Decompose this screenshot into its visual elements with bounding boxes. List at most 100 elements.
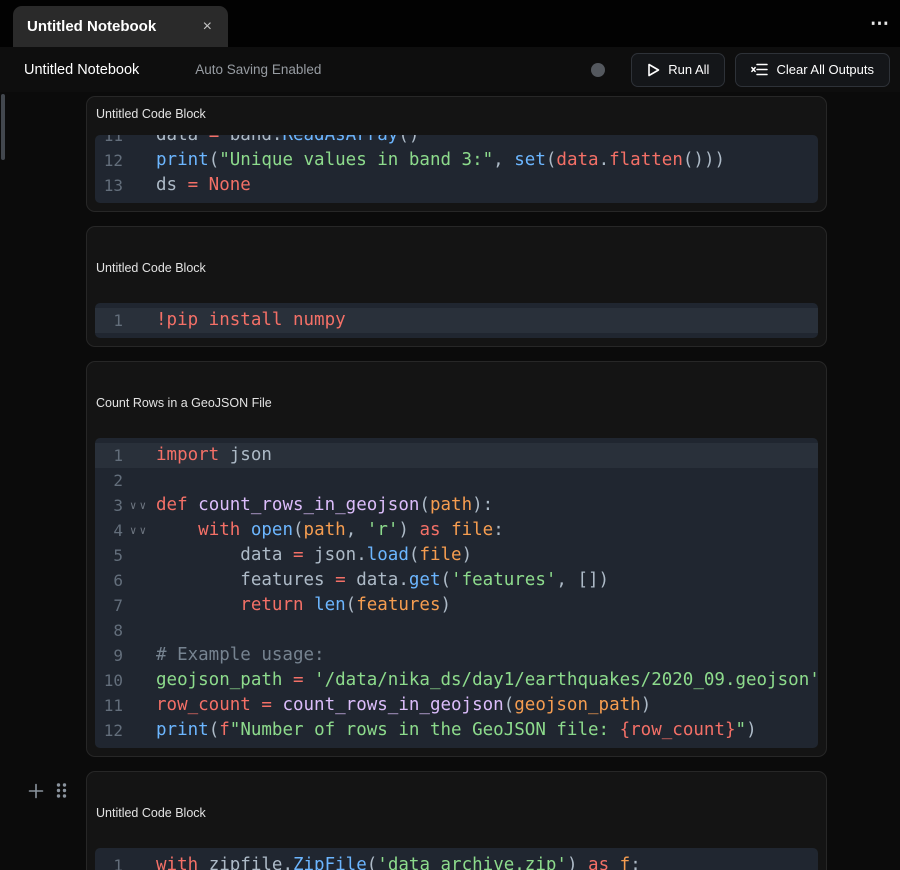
line-number: 9 bbox=[95, 643, 123, 668]
code-editor[interactable]: 1 with zipfile.ZipFile('data_archive.zip'… bbox=[95, 848, 818, 870]
fold-gutter bbox=[123, 643, 156, 668]
tab-bar: Untitled Notebook × ⋯ bbox=[0, 0, 900, 47]
play-icon bbox=[647, 63, 660, 77]
code-text: with zipfile.ZipFile('data_archive.zip')… bbox=[156, 853, 641, 870]
cell-list: Untitled Code Block11data = band.ReadAsA… bbox=[86, 96, 827, 870]
code-text: features = data.get('features', []) bbox=[156, 568, 609, 593]
code-line[interactable]: 1 import json bbox=[95, 443, 818, 468]
code-line[interactable]: 11 data = band.ReadAsArray() bbox=[95, 135, 818, 148]
code-text: data = band.ReadAsArray() bbox=[156, 135, 419, 148]
notebook-title: Untitled Notebook bbox=[24, 62, 139, 78]
overflow-menu-icon[interactable]: ⋯ bbox=[870, 12, 890, 35]
fold-gutter bbox=[123, 668, 156, 693]
code-cell: Untitled Code Block 1 with zipfile.ZipFile… bbox=[86, 771, 827, 870]
code-line[interactable]: 7 return len(features) bbox=[95, 593, 818, 618]
line-number: 12 bbox=[95, 148, 123, 173]
code-line[interactable]: 3∨∨def count_rows_in_geojson(path): bbox=[95, 493, 818, 518]
code-text: geojson_path = '/data/nika_ds/day1/earth… bbox=[156, 668, 818, 693]
code-cell: Untitled Code Block 11 data = band.ReadAsA… bbox=[86, 96, 827, 212]
code-line[interactable]: 1 !pip install numpy bbox=[95, 308, 818, 333]
fold-gutter bbox=[123, 853, 156, 870]
line-number: 2 bbox=[95, 468, 123, 493]
code-text: row_count = count_rows_in_geojson(geojso… bbox=[156, 693, 651, 718]
code-line[interactable]: 5 data = json.load(file) bbox=[95, 543, 818, 568]
code-text: ds = None bbox=[156, 173, 251, 198]
code-line[interactable]: 12 print(f"Number of rows in the GeoJSON … bbox=[95, 718, 818, 743]
run-all-button[interactable]: Run All bbox=[631, 53, 725, 87]
fold-gutter bbox=[123, 543, 156, 568]
line-number: 5 bbox=[95, 543, 123, 568]
code-text: with open(path, 'r') as file: bbox=[156, 518, 504, 543]
close-icon[interactable]: × bbox=[199, 17, 216, 37]
notebook-window: Untitled Notebook × ⋯ Untitled Notebook … bbox=[0, 0, 900, 870]
fold-gutter bbox=[123, 173, 156, 198]
code-line[interactable]: 13 ds = None bbox=[95, 173, 818, 198]
line-number: 3 bbox=[95, 493, 123, 518]
fold-gutter bbox=[123, 568, 156, 593]
code-line[interactable]: 10 geojson_path = '/data/nika_ds/day1/ear… bbox=[95, 668, 818, 693]
fold-gutter bbox=[123, 468, 156, 493]
scrollbar-thumb[interactable] bbox=[1, 94, 5, 160]
add-block-button[interactable] bbox=[28, 783, 44, 799]
line-number: 7 bbox=[95, 593, 123, 618]
code-line[interactable]: 4∨∨ with open(path, 'r') as file: bbox=[95, 518, 818, 543]
fold-gutter bbox=[123, 593, 156, 618]
cell-title[interactable]: Count Rows in a GeoJSON File bbox=[96, 396, 818, 410]
fold-gutter bbox=[123, 308, 156, 333]
clear-outputs-icon bbox=[751, 62, 768, 77]
line-number: 1 bbox=[95, 308, 123, 333]
tab-title: Untitled Notebook bbox=[27, 18, 156, 35]
code-text: print(f"Number of rows in the GeoJSON fi… bbox=[156, 718, 757, 743]
code-editor[interactable]: 1 !pip install numpy bbox=[95, 303, 818, 338]
fold-gutter bbox=[123, 135, 156, 148]
fold-gutter bbox=[123, 443, 156, 468]
kernel-status-dot bbox=[591, 63, 605, 77]
cell-title[interactable]: Untitled Code Block bbox=[96, 261, 818, 275]
code-editor[interactable]: 1 import json 23∨∨def count_rows_in_geojso… bbox=[95, 438, 818, 748]
code-cell: Count Rows in a GeoJSON File 1 import json… bbox=[86, 361, 827, 757]
line-number: 12 bbox=[95, 718, 123, 743]
fold-chevron-icon[interactable]: ∨∨ bbox=[123, 518, 156, 543]
line-number: 6 bbox=[95, 568, 123, 593]
code-text: import json bbox=[156, 443, 272, 468]
fold-gutter bbox=[123, 618, 156, 643]
clear-all-label: Clear All Outputs bbox=[776, 62, 874, 77]
toolbar: Untitled Notebook Auto Saving Enabled Ru… bbox=[0, 47, 900, 92]
clear-all-outputs-button[interactable]: Clear All Outputs bbox=[735, 53, 890, 87]
notebook-tab[interactable]: Untitled Notebook × bbox=[13, 6, 228, 47]
line-number: 8 bbox=[95, 618, 123, 643]
fold-gutter bbox=[123, 718, 156, 743]
fold-gutter bbox=[123, 693, 156, 718]
fold-chevron-icon[interactable]: ∨∨ bbox=[123, 493, 156, 518]
code-line[interactable]: 12 print("Unique values in band 3:", set(… bbox=[95, 148, 818, 173]
code-text: data = json.load(file) bbox=[156, 543, 472, 568]
line-number: 1 bbox=[95, 443, 123, 468]
line-number: 10 bbox=[95, 668, 123, 693]
code-text: return len(features) bbox=[156, 593, 451, 618]
cell-title[interactable]: Untitled Code Block bbox=[96, 806, 818, 820]
clipped-code-line: 11 data = band.ReadAsArray() bbox=[95, 135, 818, 148]
code-line[interactable]: 2 bbox=[95, 468, 818, 493]
code-text: print("Unique values in band 3:", set(da… bbox=[156, 148, 725, 173]
block-controls bbox=[28, 782, 68, 799]
line-number: 11 bbox=[95, 135, 123, 148]
code-line[interactable]: 6 features = data.get('features', []) bbox=[95, 568, 818, 593]
line-number: 4 bbox=[95, 518, 123, 543]
line-number: 11 bbox=[95, 693, 123, 718]
line-number: 1 bbox=[95, 853, 123, 870]
code-line[interactable]: 1 with zipfile.ZipFile('data_archive.zip'… bbox=[95, 853, 818, 870]
code-line[interactable]: 11 row_count = count_rows_in_geojson(geoj… bbox=[95, 693, 818, 718]
fold-gutter bbox=[123, 148, 156, 173]
cell-title[interactable]: Untitled Code Block bbox=[96, 107, 818, 121]
drag-handle-icon[interactable] bbox=[55, 782, 68, 799]
code-line[interactable]: 9# Example usage: bbox=[95, 643, 818, 668]
code-cell: Untitled Code Block 1 !pip install numpy bbox=[86, 226, 827, 347]
code-text: !pip install numpy bbox=[156, 308, 346, 333]
run-all-label: Run All bbox=[668, 62, 709, 77]
code-text: def count_rows_in_geojson(path): bbox=[156, 493, 493, 518]
code-line[interactable]: 8 bbox=[95, 618, 818, 643]
autosave-status: Auto Saving Enabled bbox=[195, 62, 321, 77]
line-number: 13 bbox=[95, 173, 123, 198]
notebook-canvas: Untitled Code Block11data = band.ReadAsA… bbox=[0, 92, 900, 870]
code-editor[interactable]: 11 data = band.ReadAsArray() 12 print("Uniq… bbox=[95, 135, 818, 203]
